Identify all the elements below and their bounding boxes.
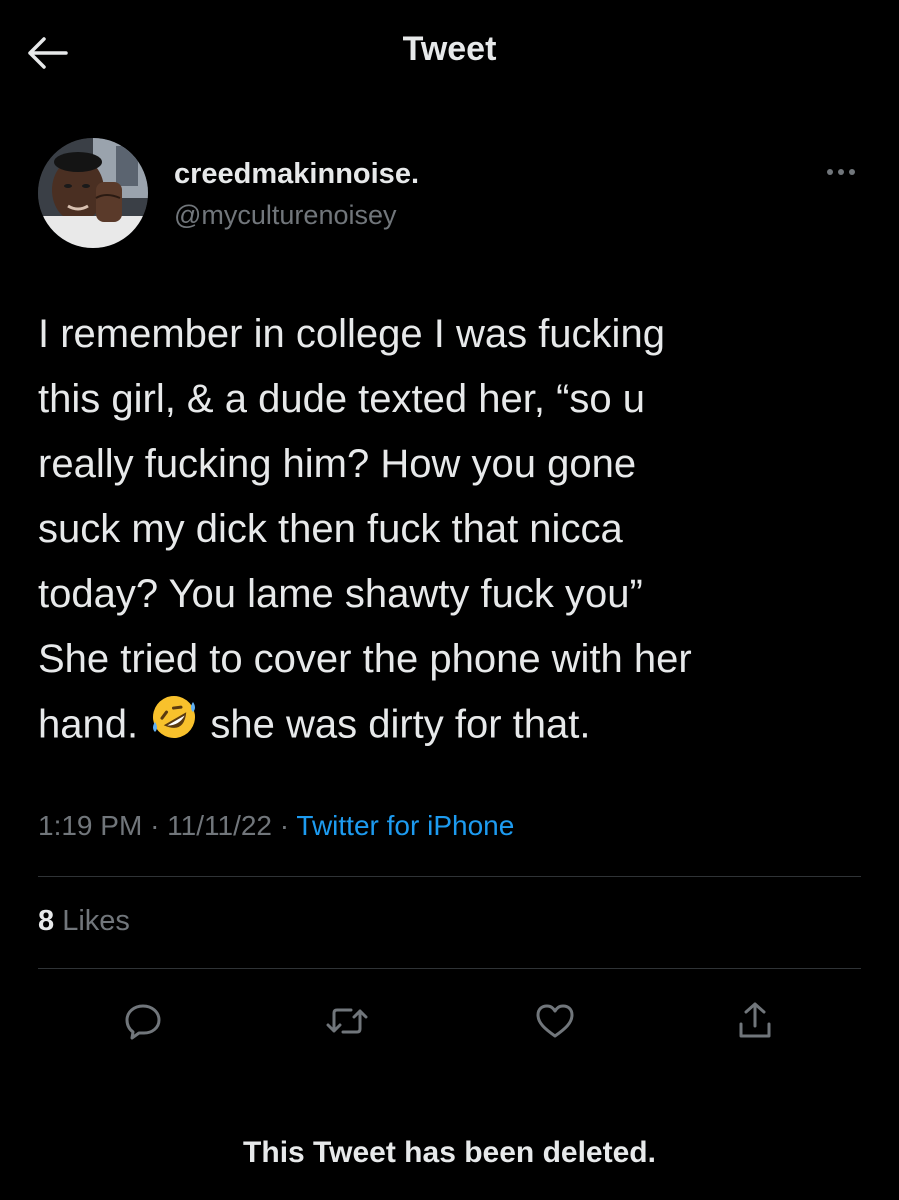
tweet-source-link[interactable]: Twitter for iPhone [296,810,514,841]
share-icon [739,1002,771,1038]
tweet-text: I remember in college I was fucking this… [38,302,868,762]
tweet-date[interactable]: 11/11/22 [167,810,272,841]
retweet-icon [326,1008,368,1034]
tweet-timestamp: 1:19 PM · 11/11/22 · Twitter for iPhone [38,810,514,842]
more-horizontal-icon [827,169,833,175]
deleted-tweet-notice: This Tweet has been deleted. [243,1136,656,1169]
likes-label: Likes [62,905,130,937]
likes-count[interactable]: 8 Likes [38,905,130,938]
tweet-line-last: hand. she was dirty for that. [38,692,868,762]
tweet-text-segment: she was dirty for that. [210,702,591,747]
page-title: Tweet [402,30,497,68]
tweet-author: creedmakinnoise. @myculturenoisey [38,138,861,248]
display-name[interactable]: creedmakinnoise. [174,158,419,191]
rolling-on-floor-laughing-emoji [149,692,199,762]
tweet-text-segment: hand. [38,702,139,747]
tweet-line: I remember in college I was fucking [38,312,665,356]
heart-icon [536,1004,574,1038]
divider [38,876,861,877]
divider [38,968,861,969]
share-button[interactable] [730,996,780,1046]
tweet-line: really fucking him? How you gone [38,442,637,486]
like-button[interactable] [530,996,580,1046]
tweet-line: this girl, & a dude texted her, “so u [38,377,646,421]
tweet-line: She tried to cover the phone with her [38,637,692,681]
meta-separator: · [150,810,160,841]
top-nav-bar: Tweet [0,0,899,105]
reply-icon [125,1004,161,1040]
likes-number: 8 [38,905,55,937]
tweet-line: suck my dick then fuck that nicca [38,507,623,551]
reply-button[interactable] [118,996,168,1046]
username-handle[interactable]: @myculturenoisey [174,200,397,231]
tweet-action-bar [0,996,899,1046]
avatar[interactable] [38,138,148,248]
tweet-line: today? You lame shawty fuck you” [38,572,643,616]
retweet-button[interactable] [322,996,372,1046]
meta-separator: · [279,810,290,841]
tweet-time[interactable]: 1:19 PM [38,810,142,841]
more-options-button[interactable] [821,162,861,182]
